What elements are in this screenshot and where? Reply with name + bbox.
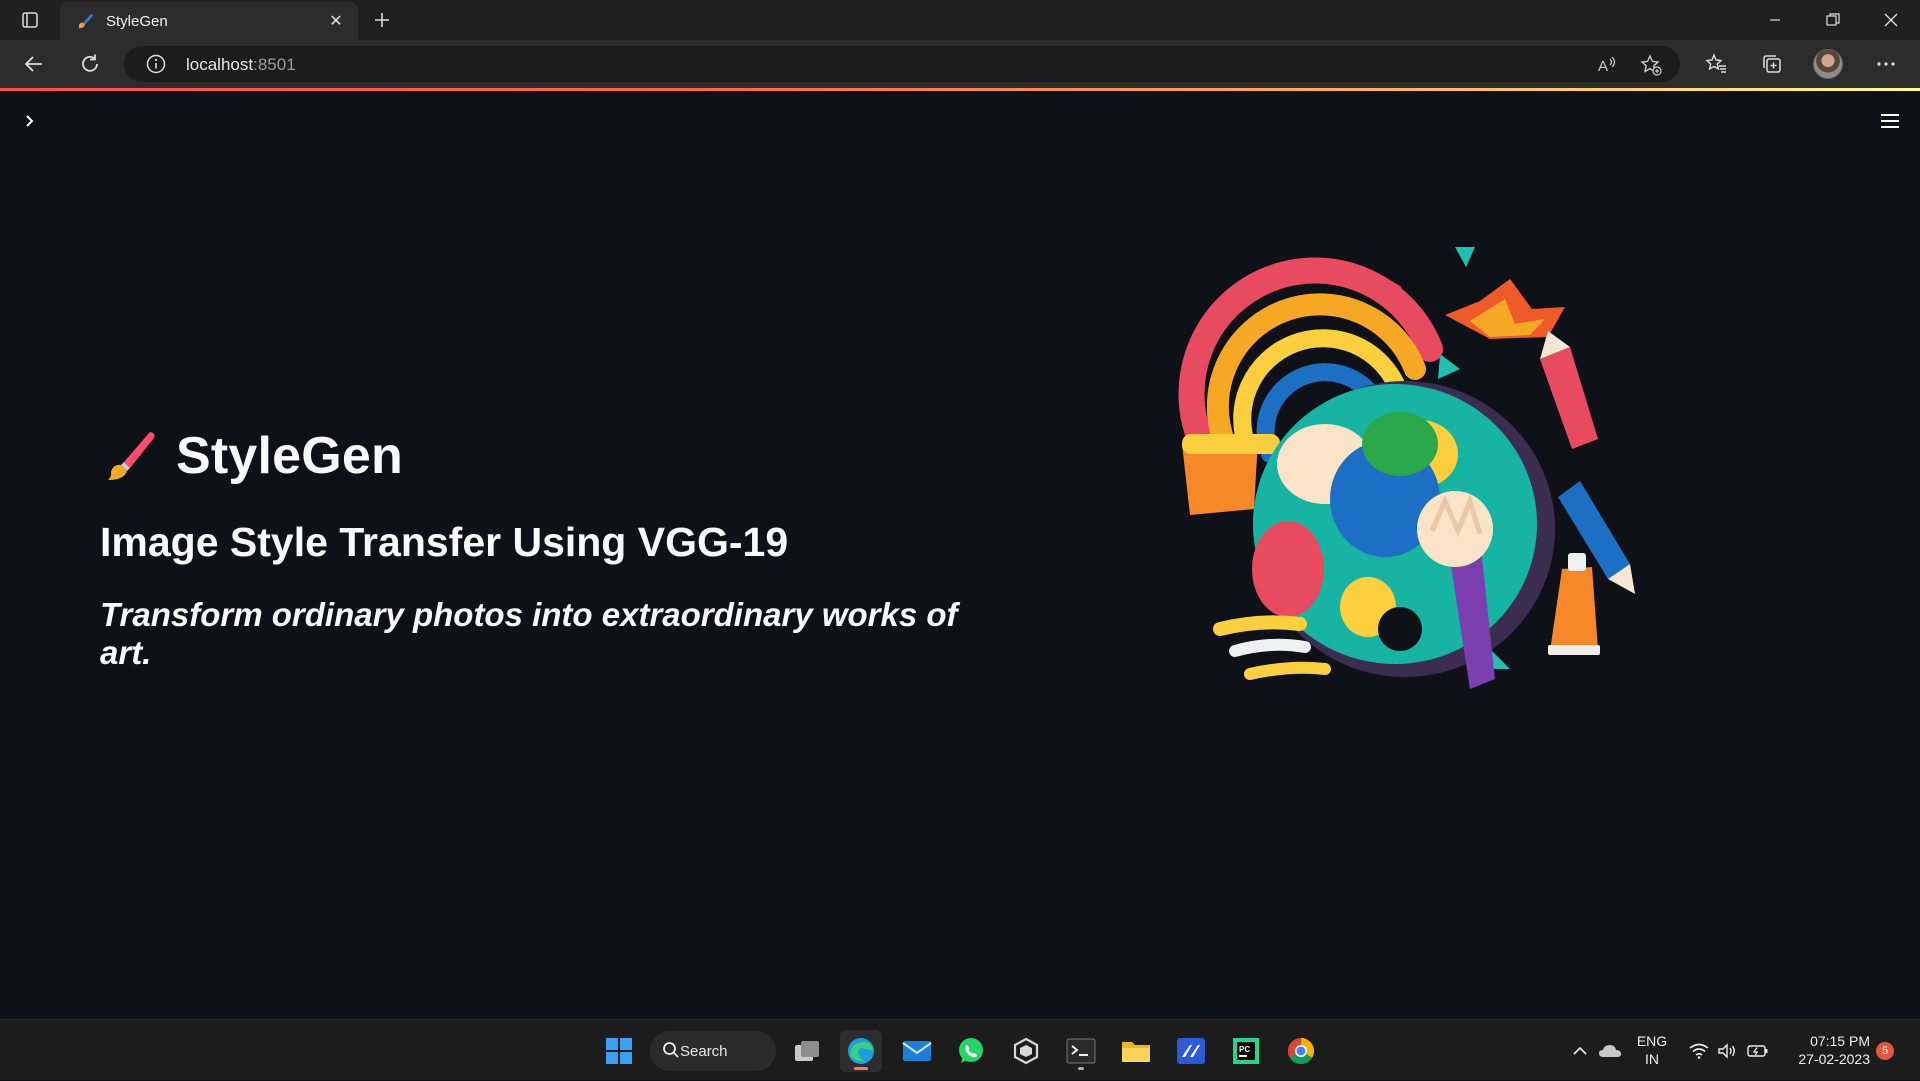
wifi-icon[interactable] [1686,1020,1712,1081]
page-title: StyleGen [176,427,404,485]
back-icon[interactable] [18,48,50,80]
taskbar-search-button[interactable]: Search [650,1031,776,1071]
art-palette-illustration [1178,247,1635,689]
url-port: :8501 [253,55,296,74]
visual-studio-icon[interactable] [1170,1030,1212,1072]
language-code: ENG [1636,1033,1668,1049]
read-aloud-icon[interactable]: A [1594,52,1620,78]
expand-sidebar-icon[interactable] [18,109,42,133]
page-tagline: Transform ordinary photos into extraordi… [100,596,958,671]
paint-blob [1252,521,1324,617]
battery-icon[interactable] [1744,1020,1772,1081]
more-options-icon[interactable] [1870,48,1902,80]
paint-tube-cap [1568,553,1586,571]
address-bar[interactable]: localhost:8501 A [124,46,1680,82]
hamburger-menu-icon[interactable] [1876,109,1904,133]
volume-icon[interactable] [1714,1020,1740,1081]
restore-icon[interactable] [1804,0,1862,40]
page-subtitle: Image Style Transfer Using VGG-19 [100,519,789,565]
edge-icon[interactable] [840,1030,882,1072]
close-window-icon[interactable] [1862,0,1920,40]
svg-text:PC: PC [1239,1045,1250,1054]
running-app-indicator [1078,1067,1084,1070]
search-icon [663,1042,679,1058]
streamlit-app: StyleGen Image Style Transfer Using VGG-… [0,91,1920,1019]
new-tab-icon[interactable] [368,6,396,34]
profile-avatar[interactable] [1813,49,1843,79]
close-tab-icon[interactable]: ✕ [324,9,348,33]
confetti-shape [1438,354,1460,379]
taskbar-search-label: Search [680,1042,728,1060]
brand-heading: StyleGen [100,421,1000,491]
tab-title: StyleGen [106,12,168,30]
swoosh [1213,615,1307,636]
url-host: localhost [186,55,254,74]
clock-date: 27-02-2023 [1798,1051,1870,1067]
paint-blob [1362,412,1438,476]
notification-badge[interactable]: 5 [1876,1042,1894,1060]
paint-bucket-rim [1182,434,1280,454]
svg-text:A: A [1598,58,1608,75]
swoosh [1244,661,1331,680]
whatsapp-icon[interactable] [950,1030,992,1072]
url-text: localhost:8501 [186,55,296,75]
confetti-shape [1455,247,1475,267]
browser-tab-stylegen[interactable]: StyleGen ✕ [60,2,358,40]
site-info-icon[interactable] [146,54,166,74]
palette-thumb-hole [1378,607,1422,651]
paintbrush-icon [78,13,94,29]
mail-icon[interactable] [896,1030,938,1072]
windows-start-icon[interactable] [598,1030,640,1072]
task-view-icon[interactable] [786,1030,828,1072]
onedrive-icon[interactable] [1596,1020,1624,1081]
taskbar-clock[interactable]: 07:15 PM 27-02-2023 [1780,1032,1870,1068]
windows-taskbar: Search PC ENG IN 07:15 PM 27-02-2023 5 [0,1019,1920,1080]
active-app-indicator [854,1067,868,1070]
browser-tab-bar: StyleGen ✕ [0,0,1920,40]
show-hidden-icons-chevron-icon[interactable] [1568,1020,1592,1081]
terminal-icon[interactable] [1060,1030,1102,1072]
swoosh [1229,638,1311,657]
add-favorite-icon[interactable] [1638,52,1664,78]
paint-tube [1550,567,1598,651]
region-code: IN [1645,1051,1659,1067]
refresh-icon[interactable] [74,48,106,80]
collections-icon[interactable] [1756,48,1788,80]
tab-actions-icon[interactable] [14,8,46,32]
pycharm-icon[interactable]: PC [1225,1030,1267,1072]
input-language-indicator[interactable]: ENG IN [1630,1032,1674,1068]
browser-nav-bar: localhost:8501 A [0,40,1920,88]
favorites-icon[interactable] [1700,48,1732,80]
clock-time: 07:15 PM [1810,1033,1870,1049]
file-explorer-icon[interactable] [1115,1030,1157,1072]
minimize-icon[interactable] [1746,0,1804,40]
paintbrush-icon [108,432,155,480]
paint-tube-crimp [1548,645,1600,655]
unity-icon[interactable] [1005,1030,1047,1072]
hero-section: StyleGen Image Style Transfer Using VGG-… [100,421,1000,672]
chrome-icon[interactable] [1280,1030,1322,1072]
crayon [1540,347,1598,449]
